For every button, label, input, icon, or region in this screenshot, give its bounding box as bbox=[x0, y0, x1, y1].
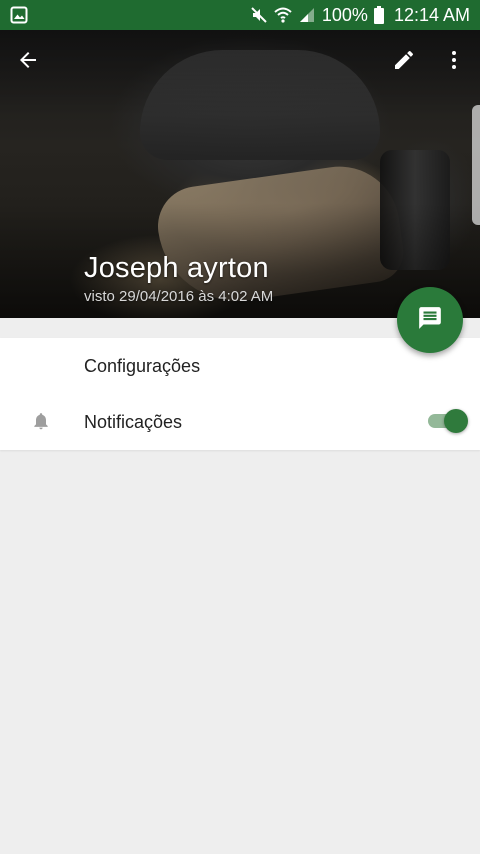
bell-icon bbox=[31, 411, 51, 431]
battery-icon bbox=[373, 6, 384, 24]
wifi-icon bbox=[274, 6, 292, 24]
notifications-label: Notificações bbox=[84, 412, 183, 432]
status-icons: 100% 12:14 AM bbox=[250, 0, 470, 30]
notifications-row[interactable]: Notificações bbox=[0, 394, 480, 450]
image-notification-icon bbox=[10, 6, 28, 24]
last-seen-status: visto 29/04/2016 às 4:02 AM bbox=[84, 288, 274, 305]
edit-pencil-icon bbox=[392, 48, 416, 77]
more-vert-icon bbox=[442, 48, 466, 77]
back-button[interactable] bbox=[8, 42, 48, 82]
toggle-thumb bbox=[444, 409, 468, 433]
clock: 12:14 AM bbox=[393, 4, 470, 25]
battery-percent: 100% bbox=[321, 4, 368, 25]
contact-name: Joseph ayrton bbox=[84, 252, 269, 284]
more-options-button[interactable] bbox=[434, 42, 474, 82]
settings-card: Configurações Notificações bbox=[0, 338, 480, 450]
edit-button[interactable] bbox=[384, 42, 424, 82]
send-message-button[interactable] bbox=[397, 287, 463, 353]
message-icon bbox=[417, 305, 443, 336]
settings-title: Configurações bbox=[84, 356, 201, 376]
profile-header: Joseph ayrton visto 29/04/2016 às 4:02 A… bbox=[0, 30, 480, 318]
mute-icon bbox=[250, 6, 268, 24]
status-bar: 100% 12:14 AM bbox=[0, 0, 480, 30]
signal-icon bbox=[298, 6, 316, 24]
back-arrow-icon bbox=[16, 48, 40, 77]
edge-panel-handle[interactable] bbox=[472, 105, 480, 225]
notifications-toggle[interactable] bbox=[428, 409, 468, 433]
